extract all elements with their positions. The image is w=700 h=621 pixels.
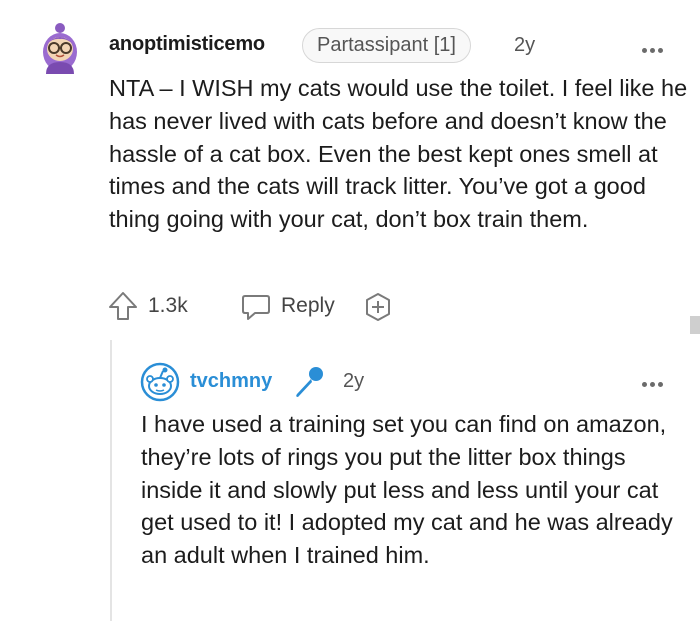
reply-body: I have used a training set you can find … (141, 411, 673, 569)
microphone-icon (296, 367, 323, 397)
user-avatar-icon[interactable] (38, 22, 82, 74)
thread-line[interactable] (110, 340, 112, 621)
reply-age: 2y (343, 370, 365, 392)
reply-icon[interactable] (240, 292, 272, 322)
user-flair: Partassipant [1] (302, 28, 471, 63)
more-options-icon[interactable] (642, 40, 670, 53)
comment-age: 2y (514, 34, 536, 56)
user-avatar-icon[interactable] (140, 362, 180, 402)
reply-username[interactable]: tvchmny (190, 370, 272, 393)
vote-count: 1.3k (148, 294, 188, 317)
comment-username[interactable]: anoptimisticemo (109, 33, 265, 56)
award-icon[interactable] (362, 291, 394, 323)
reply-button[interactable]: Reply (281, 294, 335, 318)
comment-body: NTA – I WISH my cats would use the toile… (109, 75, 688, 233)
more-options-icon[interactable] (642, 374, 670, 387)
scrollbar-thumb[interactable] (690, 316, 700, 334)
upvote-icon[interactable] (108, 290, 138, 322)
